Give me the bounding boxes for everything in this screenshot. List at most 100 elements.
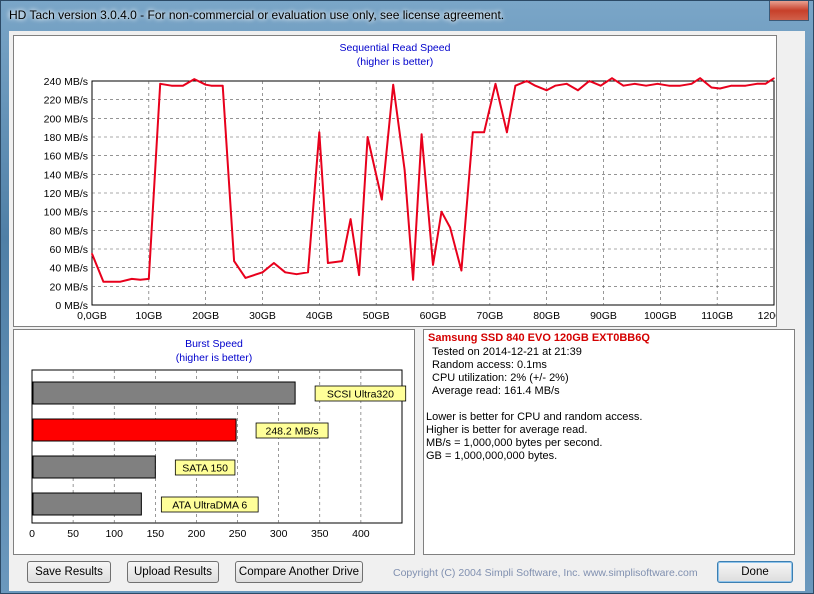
seq-y-tick-label: 180 MB/s <box>44 132 88 144</box>
seq-data-point <box>611 77 613 79</box>
burst-x-tick-label: 200 <box>188 528 206 540</box>
seq-data-point <box>773 77 775 79</box>
seq-data-point <box>545 89 548 92</box>
seq-y-tick-label: 200 MB/s <box>44 113 88 125</box>
note-lower-better: Lower is better for CPU and random acces… <box>426 411 643 423</box>
seq-data-point <box>221 84 224 87</box>
seq-y-tick-label: 220 MB/s <box>44 95 88 107</box>
seq-data-point <box>210 84 213 87</box>
note-mbs-definition: MB/s = 1,000,000 bytes per second. <box>426 437 603 449</box>
seq-x-tick-label: 90GB <box>590 310 617 322</box>
save-results-button[interactable]: Save Results <box>27 561 111 583</box>
seq-data-point <box>204 83 207 86</box>
close-window-control[interactable] <box>769 1 809 21</box>
seq-data-point <box>91 252 93 255</box>
burst-x-tick-label: 50 <box>67 528 79 540</box>
seq-data-point <box>506 131 508 134</box>
seq-data-point <box>622 84 625 87</box>
drive-name: Samsung SSD 840 EVO 120GB EXT0BB6Q <box>428 332 650 344</box>
seq-x-tick-label: 110GB <box>701 310 733 322</box>
seq-x-tick-label: 50GB <box>363 310 390 322</box>
seq-y-tick-label: 100 MB/s <box>44 207 88 219</box>
burst-x-tick-label: 350 <box>311 528 329 540</box>
burst-speed-panel: Burst Speed (higher is better) 0 50 100 150… <box>13 329 415 555</box>
seq-data-point <box>730 84 733 87</box>
seq-data-point <box>699 77 701 79</box>
seq-data-point <box>284 271 287 274</box>
average-read: Average read: 161.4 MB/s <box>432 385 560 397</box>
seq-data-point <box>381 198 383 201</box>
seq-data-point <box>744 84 747 87</box>
seq-data-point <box>554 84 556 87</box>
seq-data-point <box>719 87 721 90</box>
copyright-text: Copyright (C) 2004 Simpli Software, Inc.… <box>393 567 698 579</box>
burst-x-tick-label: 0 <box>29 528 35 540</box>
seq-data-point <box>565 83 568 85</box>
seq-y-tick-label: 80 MB/s <box>49 225 88 237</box>
seq-data-point <box>295 273 298 275</box>
compare-another-drive-button[interactable]: Compare Another Drive <box>235 561 363 583</box>
seq-x-tick-label: 120GB <box>758 310 776 322</box>
seq-data-point <box>193 78 196 80</box>
seq-data-point <box>525 80 528 82</box>
seq-data-point <box>420 133 423 135</box>
seq-data-point <box>588 80 591 82</box>
seq-y-tick-label: 60 MB/s <box>49 244 88 256</box>
random-access: Random access: 0.1ms <box>432 359 547 371</box>
seq-data-point <box>102 280 105 283</box>
seq-x-tick-label: 10GB <box>135 310 162 322</box>
seq-data-point <box>358 274 360 276</box>
seq-data-point <box>633 83 636 85</box>
seq-y-tick-label: 120 MB/s <box>44 188 88 200</box>
burst-x-tick-label: 150 <box>147 528 165 540</box>
seq-y-tick-label: 40 MB/s <box>49 263 88 275</box>
seq-data-point <box>307 271 309 274</box>
seq-data-point <box>471 131 474 134</box>
seq-data-point <box>327 262 329 264</box>
app-window: HD Tach version 3.0.4.0 - For non-commer… <box>0 0 814 594</box>
client-area: Sequential Read Speed (higher is better)… <box>9 31 805 591</box>
seq-data-point <box>656 83 659 85</box>
burst-bar-label: SATA 150 <box>182 463 228 475</box>
seq-data-point <box>599 84 602 87</box>
seq-data-point <box>182 84 184 87</box>
seq-data-point <box>119 280 122 283</box>
seq-data-point <box>534 84 537 87</box>
seq-data-point <box>392 83 395 86</box>
seq-x-tick-label: 70GB <box>476 310 503 322</box>
seq-x-tick-label: 80GB <box>533 310 560 322</box>
seq-y-tick-label: 160 MB/s <box>44 151 88 163</box>
burst-bar <box>32 381 296 405</box>
burst-bar-label: 248.2 MB/s <box>266 426 319 438</box>
sequential-read-panel: Sequential Read Speed (higher is better)… <box>13 35 777 327</box>
burst-speed-chart: 0 50 100 150 200 250 300 350 400 SCSI Ultra320 248… <box>29 369 407 540</box>
seq-data-point <box>710 86 713 89</box>
seq-data-point <box>679 84 682 87</box>
title-bar[interactable]: HD Tach version 3.0.4.0 - For non-commer… <box>1 1 813 31</box>
seq-data-point <box>412 279 414 281</box>
seq-data-point <box>577 89 579 92</box>
seq-data-point <box>440 210 443 213</box>
seq-data-point <box>349 218 352 220</box>
seq-data-point <box>645 84 647 87</box>
window-title: HD Tach version 3.0.4.0 - For non-commer… <box>9 8 505 22</box>
upload-results-button[interactable]: Upload Results <box>127 561 219 583</box>
drive-info-panel: Samsung SSD 840 EVO 120GB EXT0BB6Q Teste… <box>423 329 795 555</box>
burst-bar <box>32 418 237 442</box>
seq-data-point <box>514 84 517 87</box>
burst-bar <box>32 455 156 479</box>
burst-bar <box>32 492 142 516</box>
seq-data-point <box>668 84 670 87</box>
cpu-utilization: CPU utilization: 2% (+/- 2%) <box>432 372 569 384</box>
burst-x-tick-label: 400 <box>352 528 370 540</box>
seq-x-tick-label: 20GB <box>192 310 219 322</box>
seq-data-point <box>690 83 693 85</box>
burst-bar-label: SCSI Ultra320 <box>327 389 394 401</box>
seq-data-point <box>318 131 321 134</box>
seq-data-point <box>139 279 142 281</box>
seq-data-point <box>764 83 767 85</box>
done-button[interactable]: Done <box>717 561 793 583</box>
sequential-read-chart: 0 MB/s20 MB/s40 MB/s60 MB/s80 MB/s100 MB… <box>44 76 776 322</box>
seq-data-point <box>449 226 451 229</box>
seq-x-tick-label: 40GB <box>306 310 333 322</box>
